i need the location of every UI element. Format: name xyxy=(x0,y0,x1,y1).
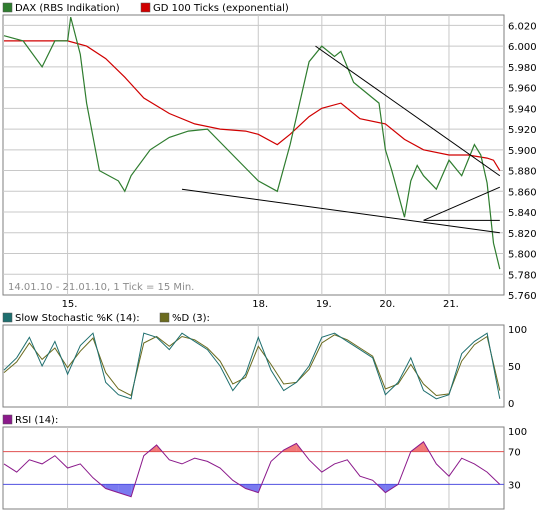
rsi-y-tick-label: 30 xyxy=(508,480,521,491)
price-x-tick-label: 20. xyxy=(379,299,395,310)
stoch-y-tick-label: 50 xyxy=(508,362,521,373)
chart: DAX (RBS Indikation) GD 100 Ticks (expon… xyxy=(0,0,545,516)
stoch-legend: Slow Stochastic %K (14): %D (3): xyxy=(2,312,210,324)
price-y-tick-label: 5.940 xyxy=(508,104,537,115)
price-y-tick-label: 5.960 xyxy=(508,84,537,95)
date-range-caption: 14.01.10 - 21.01.10, 1 Tick = 15 Min. xyxy=(8,282,194,293)
price-y-tick-label: 5.920 xyxy=(508,125,537,136)
price-y-tick-label: 6.000 xyxy=(508,42,537,53)
stoch-d-label: %D (3): xyxy=(172,313,210,324)
price-y-tick-label: 5.900 xyxy=(508,146,537,157)
price-y-tick-label: 5.980 xyxy=(508,63,537,74)
price-y-tick-label: 5.860 xyxy=(508,187,537,198)
stoch-k-swatch xyxy=(2,312,13,323)
price-y-tick-label: 5.840 xyxy=(508,208,537,219)
price-legend-swatch xyxy=(2,2,13,13)
price-legend-label: DAX (RBS Indikation) xyxy=(15,3,120,14)
rsi-y-tick-label: 100 xyxy=(508,427,527,438)
price-y-tick-label: 5.820 xyxy=(508,229,537,240)
price-x-tick-label: 19. xyxy=(316,299,332,310)
price-y-tick-label: 5.760 xyxy=(508,291,537,302)
rsi-y-tick-label: 70 xyxy=(508,448,521,459)
price-y-tick-label: 6.020 xyxy=(508,21,537,32)
stoch-d-swatch xyxy=(159,312,170,323)
stoch-k-label: Slow Stochastic %K (14): xyxy=(15,313,140,324)
stoch-y-tick-label: 0 xyxy=(508,399,514,410)
ma-legend-label: GD 100 Ticks (exponential) xyxy=(153,3,289,14)
rsi-label: RSI (14): xyxy=(15,415,58,426)
price-x-tick-label: 18. xyxy=(252,299,268,310)
ma-legend-swatch xyxy=(140,2,151,13)
stoch-y-tick-label: 100 xyxy=(508,325,527,336)
price-y-tick-label: 5.880 xyxy=(508,167,537,178)
rsi-swatch xyxy=(2,414,13,425)
price-y-tick-label: 5.780 xyxy=(508,270,537,281)
price-y-tick-label: 5.800 xyxy=(508,250,537,261)
price-x-tick-label: 15. xyxy=(62,299,78,310)
price-x-tick-label: 21. xyxy=(443,299,459,310)
